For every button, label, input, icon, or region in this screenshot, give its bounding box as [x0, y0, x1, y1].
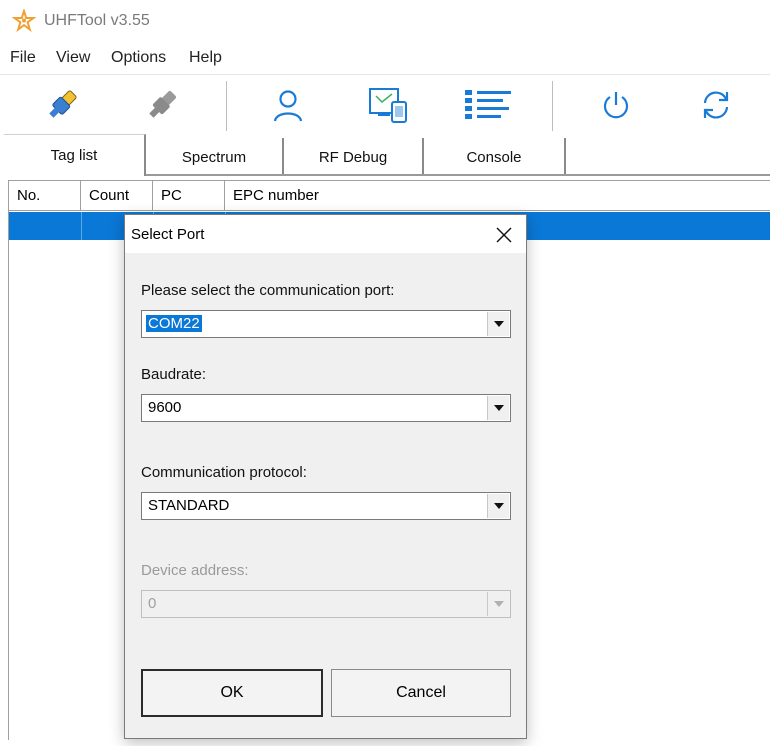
port-label: Please select the communication port:: [141, 282, 395, 299]
device-monitor-icon: [369, 88, 407, 123]
toolbar: [0, 74, 770, 134]
dialog-close-button[interactable]: [487, 221, 521, 249]
port-select[interactable]: COM22: [141, 310, 511, 338]
protocol-select[interactable]: STANDARD: [141, 492, 511, 520]
tab-bar: Tag list Spectrum RF Debug Console: [0, 134, 770, 176]
close-icon: [496, 227, 512, 243]
list-button[interactable]: [460, 83, 516, 127]
tab-underline: [146, 174, 770, 176]
dropdown-arrow: [487, 592, 509, 616]
dropdown-arrow[interactable]: [487, 396, 509, 420]
device-address-label: Device address:: [141, 562, 249, 579]
connect-button[interactable]: [34, 83, 90, 127]
protocol-select-value: STANDARD: [148, 497, 230, 514]
power-icon: [603, 92, 629, 119]
dropdown-arrow[interactable]: [487, 494, 509, 518]
toolbar-separator: [226, 81, 227, 131]
disconnect-plug-icon: [149, 90, 177, 118]
menu-view[interactable]: View: [56, 49, 90, 67]
cell-divider: [81, 212, 82, 240]
grid-header: No. Count PC EPC number: [9, 181, 770, 211]
title-bar: UHFTool v3.55: [0, 0, 770, 44]
disconnect-button[interactable]: [134, 83, 190, 127]
list-icon: [465, 90, 511, 119]
menu-help[interactable]: Help: [189, 49, 222, 67]
chevron-down-icon: [493, 405, 504, 411]
device-button[interactable]: [360, 83, 416, 127]
device-address-select: 0: [141, 590, 511, 618]
user-icon: [273, 90, 303, 122]
refresh-icon: [703, 91, 729, 119]
baudrate-select-value: 9600: [148, 399, 182, 416]
column-count[interactable]: Count: [81, 181, 153, 211]
column-pc[interactable]: PC: [153, 181, 225, 211]
menu-file[interactable]: File: [10, 49, 36, 67]
chevron-down-icon: [493, 321, 504, 327]
toolbar-separator: [552, 81, 553, 131]
power-button[interactable]: [588, 83, 644, 127]
column-no[interactable]: No.: [9, 181, 81, 211]
user-button[interactable]: [260, 83, 316, 127]
tab-tag-list[interactable]: Tag list: [4, 134, 146, 176]
column-epc-number[interactable]: EPC number: [225, 181, 770, 211]
menu-options[interactable]: Options: [111, 49, 166, 67]
refresh-button[interactable]: [688, 83, 744, 127]
ok-button[interactable]: OK: [141, 669, 323, 717]
cancel-button[interactable]: Cancel: [331, 669, 511, 717]
select-port-dialog: Select Port Please select the communicat…: [124, 214, 527, 739]
tab-spectrum[interactable]: Spectrum: [146, 138, 284, 176]
connect-plug-icon: [49, 90, 77, 118]
dialog-title-bar: Select Port: [125, 215, 526, 253]
port-select-value: COM22: [146, 315, 202, 332]
baudrate-label: Baudrate:: [141, 366, 207, 383]
baudrate-select[interactable]: 9600: [141, 394, 511, 422]
window-title: UHFTool v3.55: [44, 12, 150, 29]
tab-console[interactable]: Console: [424, 138, 566, 176]
dialog-title: Select Port: [131, 226, 205, 243]
protocol-label: Communication protocol:: [141, 464, 307, 481]
menu-bar: File View Options Help: [0, 44, 770, 72]
device-address-value: 0: [148, 595, 157, 612]
star-logo-icon: [12, 9, 36, 33]
tab-rf-debug[interactable]: RF Debug: [284, 138, 424, 176]
dropdown-arrow[interactable]: [487, 312, 509, 336]
chevron-down-icon: [493, 503, 504, 509]
chevron-down-icon: [493, 601, 504, 607]
